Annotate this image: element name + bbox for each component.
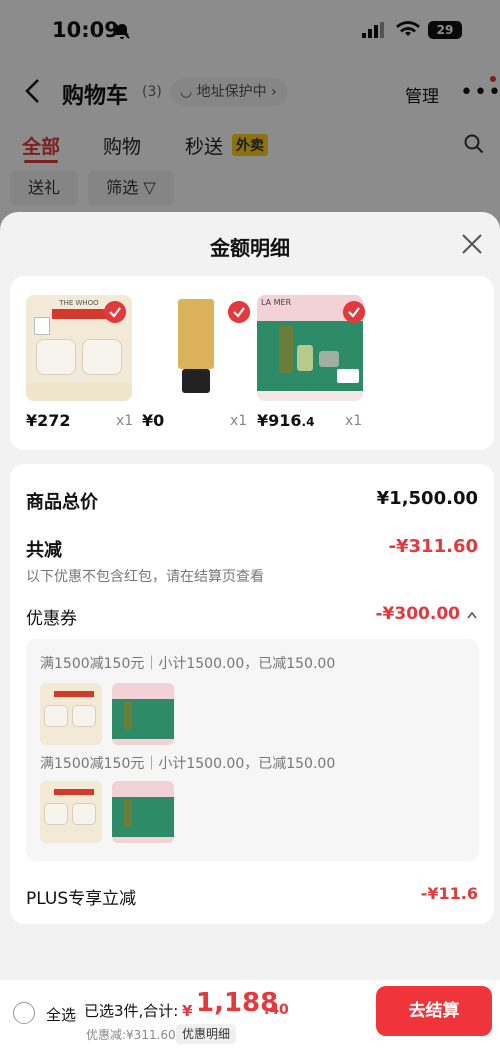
plus-discount-value: -¥11.6 — [420, 884, 478, 903]
total-reduce-row: 共减 -¥311.60 — [26, 536, 478, 562]
close-icon[interactable] — [460, 232, 484, 256]
product-item[interactable]: THE WHOO ¥272 x1 — [26, 295, 133, 430]
product-item[interactable]: ¥0 x1 — [142, 295, 250, 430]
reduce-note: 以下优惠不包含红包，请在结算页查看 — [26, 569, 264, 585]
product-footer-strip — [257, 391, 363, 401]
jar-icon — [82, 339, 122, 375]
amount-summary-card: 商品总价 ¥1,500.00 共减 -¥311.60 以下优惠不包含红包，请在结… — [10, 464, 494, 924]
sheet-title: 金额明细 — [210, 236, 290, 260]
coupon-detail-box: 满1500减150元｜小计1500.00，已减150.00 满1500减150元… — [26, 639, 479, 861]
coupon-product-thumb — [40, 781, 102, 843]
amount-detail-sheet: 金额明细 THE WHOO ¥272 x1 ¥0 x1 LA MER ¥916.… — [0, 212, 500, 1057]
total-amount-decimal: .40 — [264, 1002, 289, 1018]
badge-icon — [34, 317, 50, 335]
coupon-value: -¥300.00 — [375, 604, 461, 624]
jar-icon — [36, 339, 76, 375]
plus-discount-row: PLUS专享立减 -¥11.6 — [26, 884, 478, 909]
tube-icon — [178, 299, 214, 369]
price-decimal: .4 — [301, 415, 315, 429]
tube-cap-icon — [182, 369, 210, 393]
coupon-line: 满1500减150元｜小计1500.00，已减150.00 — [40, 756, 336, 772]
jar-icon — [319, 351, 339, 367]
product-qty: x1 — [345, 413, 363, 429]
total-currency: ¥ — [182, 1002, 193, 1020]
product-qty: x1 — [230, 413, 248, 429]
product-price: ¥916.4 — [257, 411, 314, 430]
discount-detail-button[interactable]: 优惠明细 — [176, 1024, 237, 1044]
selected-count-text: 已选3件,合计: — [84, 1002, 179, 1020]
product-price: ¥272 — [26, 411, 71, 430]
coupon-product-thumb — [112, 781, 174, 843]
total-reduce-value: -¥311.60 — [388, 536, 478, 557]
total-reduce-label: 共减 — [26, 540, 62, 561]
bottle-icon — [297, 345, 313, 371]
product-price: ¥0 — [142, 411, 165, 430]
checkout-button[interactable]: 去结算 — [376, 986, 492, 1036]
promo-tag — [337, 369, 359, 383]
product-brand: LA MER — [261, 298, 292, 307]
checkmark-icon[interactable] — [343, 301, 365, 323]
product-item[interactable]: LA MER ¥916.4 x1 — [257, 295, 365, 430]
bottle-icon — [279, 325, 293, 373]
coupon-product-thumb — [112, 683, 174, 745]
total-price-value: ¥1,500.00 — [376, 488, 478, 509]
product-qty: x1 — [116, 413, 134, 429]
coupon-label: 优惠券 — [26, 609, 77, 629]
product-footer-strip — [26, 383, 132, 401]
product-card: THE WHOO ¥272 x1 ¥0 x1 LA MER ¥916.4 x1 — [10, 276, 494, 450]
select-all-label[interactable]: 全选 — [46, 1004, 76, 1025]
total-price-row: 商品总价 ¥1,500.00 — [26, 488, 478, 514]
price-integer: ¥916 — [257, 411, 302, 430]
checkout-bar: 全选 已选3件,合计: ¥ 1,188 .40 优惠减:¥311.60 优惠明细… — [0, 980, 500, 1057]
checkmark-icon[interactable] — [104, 301, 126, 323]
discount-summary: 优惠减:¥311.60 — [86, 1028, 176, 1042]
coupon-row[interactable]: 优惠券 -¥300.00 — [26, 604, 478, 629]
total-price-label: 商品总价 — [26, 492, 98, 513]
select-all-radio[interactable] — [13, 1002, 35, 1024]
plus-discount-label: PLUS专享立减 — [26, 889, 137, 909]
coupon-line: 满1500减150元｜小计1500.00，已减150.00 — [40, 656, 336, 672]
reduce-note-row: 以下优惠不包含红包，请在结算页查看 — [26, 566, 478, 586]
coupon-product-thumb — [40, 683, 102, 745]
checkmark-icon[interactable] — [228, 301, 250, 323]
chevron-up-icon[interactable] — [466, 610, 478, 620]
